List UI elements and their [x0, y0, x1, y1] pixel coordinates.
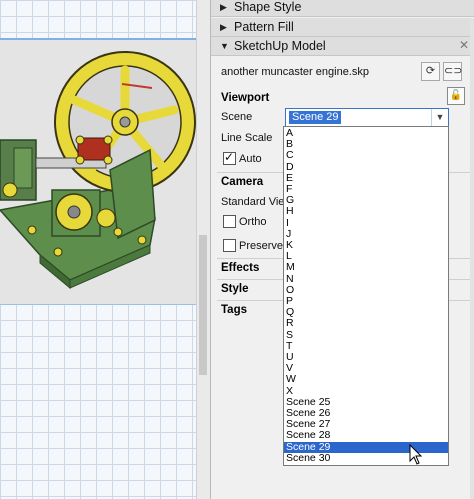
- scrollbar-thumb[interactable]: [199, 235, 207, 375]
- auto-line-scale-checkbox[interactable]: [223, 150, 236, 165]
- tray-pattern-fill-title: Pattern Fill: [234, 20, 294, 34]
- paper-canvas[interactable]: [0, 0, 196, 499]
- scene-option[interactable]: R: [284, 318, 448, 329]
- scene-option[interactable]: I: [284, 217, 448, 229]
- panel-scrollbar[interactable]: [470, 18, 474, 499]
- tray-sketchup-model[interactable]: ▼ SketchUp Model ✕: [211, 37, 474, 56]
- scene-option[interactable]: F: [284, 184, 448, 195]
- scene-option[interactable]: V: [284, 363, 448, 374]
- scene-dropdown[interactable]: Scene 29 ▼: [285, 108, 449, 127]
- collapse-triangle-icon: ▼: [220, 41, 229, 51]
- scene-option[interactable]: N: [284, 273, 448, 285]
- scene-option[interactable]: S: [284, 329, 448, 341]
- scene-option[interactable]: H: [284, 206, 448, 217]
- scene-option[interactable]: U: [284, 352, 448, 363]
- scene-option[interactable]: L: [284, 251, 448, 262]
- expand-triangle-icon: ▶: [220, 2, 227, 12]
- scene-option[interactable]: P: [284, 296, 448, 307]
- auto-label: Auto: [239, 153, 262, 165]
- lock-icon[interactable]: 🔓: [447, 87, 465, 105]
- preserve-scale-checkbox[interactable]: [223, 239, 236, 252]
- ortho-label: Ortho: [239, 216, 267, 228]
- default-tray-panel: ▶ Shape Style ▶ Pattern Fill ▼ SketchUp …: [210, 0, 474, 499]
- scene-selected-value: Scene 29: [289, 111, 342, 124]
- scene-option[interactable]: K: [284, 240, 448, 251]
- scene-option[interactable]: W: [284, 374, 448, 385]
- expand-triangle-icon: ▶: [220, 22, 227, 32]
- scene-option[interactable]: Scene 29: [284, 441, 448, 453]
- scene-option[interactable]: E: [284, 172, 448, 184]
- viewport-heading: Viewport: [221, 92, 270, 104]
- scene-option[interactable]: D: [284, 161, 448, 173]
- scene-option[interactable]: Scene 30: [284, 452, 448, 464]
- mouse-pointer-icon: [409, 444, 423, 465]
- refresh-reference-button[interactable]: ⟳: [421, 62, 440, 81]
- scene-option[interactable]: A: [284, 128, 448, 139]
- relink-reference-button[interactable]: ⊂⊃: [443, 62, 462, 81]
- ortho-checkbox[interactable]: [223, 215, 236, 228]
- scene-option[interactable]: B: [284, 139, 448, 150]
- scene-dropdown-list[interactable]: A B C D E F G H I J K L M N O P Q R S T U V W X Scene 25 Scene 26…: [283, 126, 449, 466]
- tray-sketchup-model-title: SketchUp Model: [234, 39, 326, 53]
- scene-option[interactable]: C: [284, 150, 448, 161]
- line-scale-label: Line Scale: [221, 132, 273, 144]
- model-file-name: another muncaster engine.skp: [221, 66, 369, 78]
- scene-option[interactable]: Q: [284, 307, 448, 318]
- canvas-vertical-scrollbar[interactable]: [196, 0, 210, 499]
- close-tray-icon[interactable]: ✕: [459, 36, 469, 54]
- tray-shape-style[interactable]: ▶ Shape Style: [211, 0, 474, 17]
- chevron-down-icon[interactable]: ▼: [431, 109, 448, 126]
- tray-shape-style-title: Shape Style: [234, 0, 302, 14]
- scene-option[interactable]: X: [284, 385, 448, 397]
- scene-option[interactable]: T: [284, 340, 448, 352]
- scene-option[interactable]: G: [284, 195, 448, 206]
- engine-model-image[interactable]: [0, 40, 196, 302]
- scene-option[interactable]: J: [284, 228, 448, 240]
- scene-option[interactable]: Scene 28: [284, 430, 448, 441]
- scene-label: Scene: [221, 111, 253, 123]
- scene-option[interactable]: O: [284, 284, 448, 296]
- tray-pattern-fill[interactable]: ▶ Pattern Fill: [211, 18, 474, 37]
- scene-option[interactable]: M: [284, 262, 448, 273]
